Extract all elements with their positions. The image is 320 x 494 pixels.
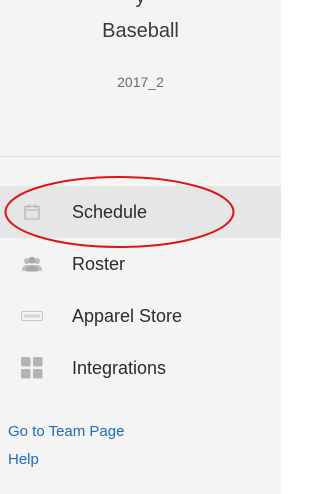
divider: [0, 156, 281, 157]
help-link[interactable]: Help: [8, 446, 124, 474]
team-name-cutoff: y: [0, 0, 281, 8]
sidebar-item-schedule[interactable]: Schedule: [0, 186, 281, 238]
sidebar-item-roster[interactable]: Roster: [0, 238, 281, 290]
go-to-team-page-link[interactable]: Go to Team Page: [8, 418, 124, 446]
sidebar-item-label: Apparel Store: [72, 305, 183, 326]
sidebar: y Baseball 2017_2 Schedule: [0, 0, 281, 494]
sidebar-item-apparel-store[interactable]: Apparel Store: [0, 290, 281, 342]
sidebar-item-label: Schedule: [72, 201, 148, 222]
grid-icon: [21, 357, 43, 379]
sidebar-item-label: Roster: [72, 253, 126, 274]
sidebar-nav: Schedule Roster Apparel Store Integratio…: [0, 186, 281, 394]
calendar-icon: [21, 201, 43, 223]
team-header: y Baseball 2017_2: [0, 0, 281, 156]
season-label: 2017_2: [117, 74, 164, 90]
store-icon: [21, 305, 43, 327]
sidebar-item-integrations[interactable]: Integrations: [0, 342, 281, 394]
people-icon: [21, 253, 43, 275]
footer-links: Go to Team Page Help: [8, 418, 124, 474]
team-name: Baseball: [102, 20, 179, 42]
sidebar-item-label: Integrations: [72, 357, 167, 378]
